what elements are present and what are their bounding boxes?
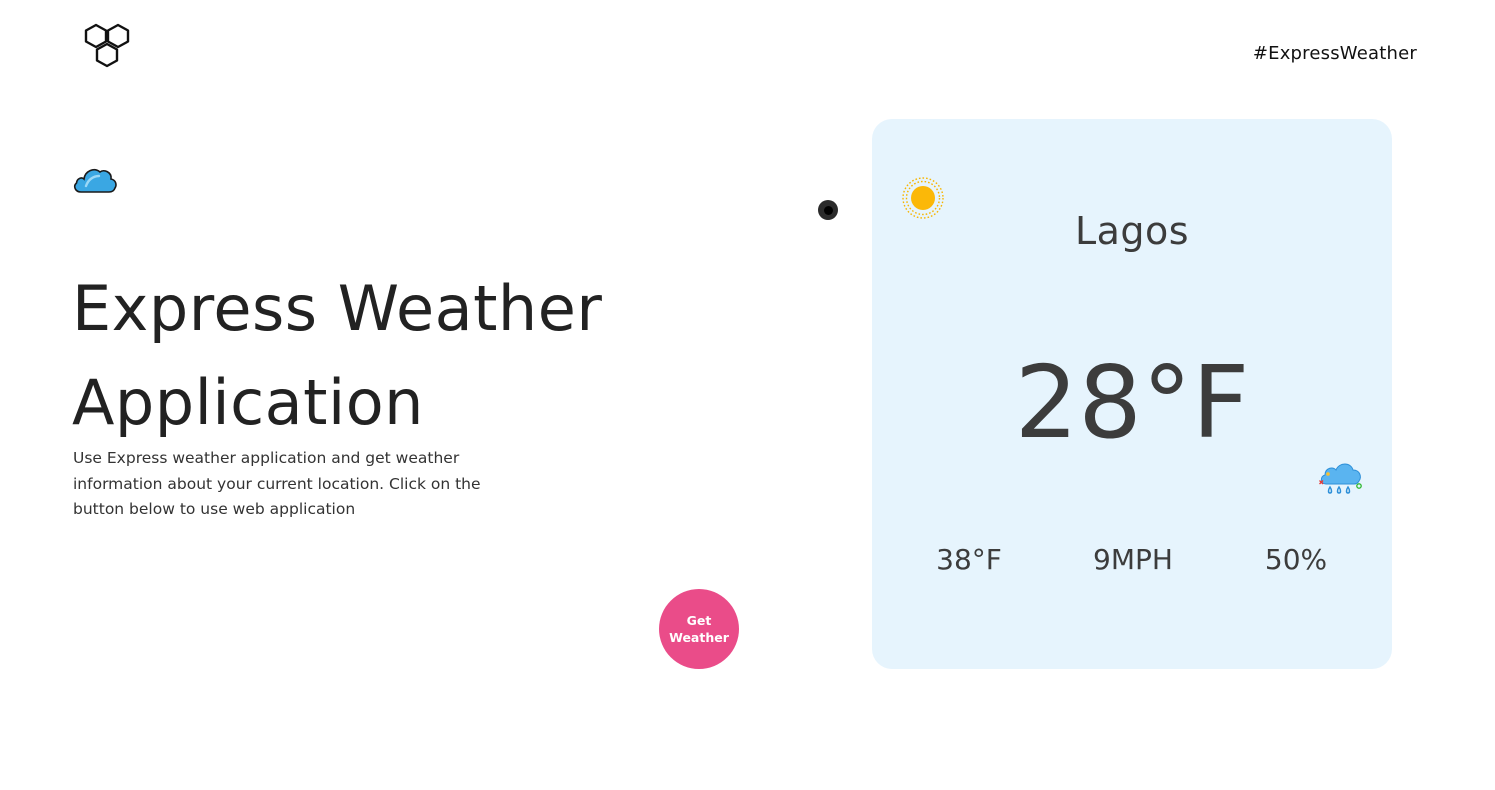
title-line-2: Application [72,366,424,439]
hexagon-cluster-icon[interactable] [80,22,138,80]
rain-cloud-icon [1319,463,1362,494]
decorative-dot [818,200,838,220]
stat-humidity: 50% [1264,543,1328,576]
stat-high-temp: 38°F [936,543,1002,576]
hashtag-link[interactable]: #ExpressWeather [1253,43,1417,64]
description-text: Use Express weather application and get … [73,449,481,518]
get-weather-button[interactable]: Get Weather [659,589,739,669]
title-line-1: Express Weather [72,272,603,345]
stat-wind-speed: 9MPH [1093,543,1173,576]
weather-card: Lagos 28°F 38°F 9MPH 50% [872,119,1392,669]
weather-stats: 38°F 9MPH 50% [872,543,1392,583]
city-name: Lagos [1074,209,1190,253]
cloud-icon [74,169,117,193]
page: #ExpressWeather Express Weather Applicat… [0,0,1495,790]
page-title: Express Weather Application [72,262,602,450]
temperature-value: 28°F [1014,344,1250,461]
